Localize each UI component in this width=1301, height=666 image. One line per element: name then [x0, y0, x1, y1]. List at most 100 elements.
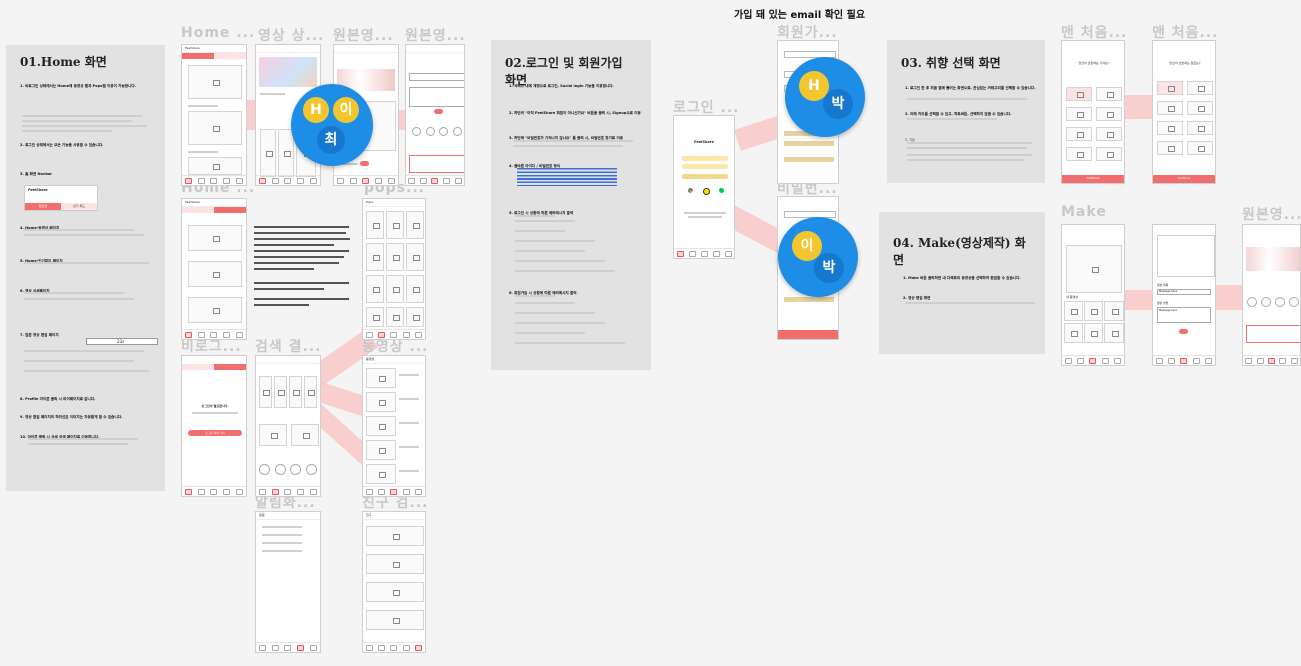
toggle-icon[interactable] [1179, 329, 1188, 334]
kakao-icon[interactable] [702, 188, 710, 195]
avatar[interactable]: 이 [333, 97, 359, 123]
connector-band [1125, 95, 1155, 119]
original-video-mockup[interactable] [1242, 224, 1301, 366]
feed-card [188, 225, 242, 251]
text-line [28, 443, 128, 445]
password-field[interactable] [682, 164, 728, 169]
text-line [260, 93, 285, 95]
bottom-tabbar[interactable] [363, 642, 425, 652]
frame-label: 원본영... [405, 28, 466, 44]
notification-mockup[interactable]: 알림 [255, 511, 321, 653]
bottom-tabbar[interactable] [674, 248, 734, 258]
avatar[interactable]: 박 [823, 89, 853, 119]
bottom-tabbar[interactable] [406, 175, 464, 185]
avatar[interactable]: H [303, 97, 329, 123]
original-video-edit-mockup[interactable] [405, 44, 465, 186]
description-line: 8. Profile 아이콘 클릭 시 마이페이지로 갑니다. [20, 397, 96, 401]
frame-label: Make [1061, 204, 1107, 220]
app-header [334, 45, 398, 53]
text-line [24, 234, 144, 236]
bottom-tabbar[interactable] [363, 329, 425, 339]
panel-title: 04. Make(영상제작) 화면 [893, 236, 1026, 267]
login-screen-mockup[interactable]: FeelShare [673, 115, 735, 259]
description-input[interactable]: Message here [1157, 307, 1211, 323]
make-edit-mockup[interactable]: 영상 제목 Message here 영상 설명 Message here [1152, 224, 1216, 366]
next-button[interactable]: FeelShare [1062, 175, 1124, 183]
app-header: FeelShare [182, 199, 246, 207]
submit-button[interactable] [778, 330, 838, 339]
collaborator-avatars[interactable]: 이 박 [778, 217, 858, 297]
bottom-tabbar[interactable] [182, 175, 246, 185]
pops-mockup[interactable]: Pops [362, 198, 426, 340]
login-description-panel: 02.로그인 및 회원가입 화면 1. 서비스 내에 계정으로 로그인, Soc… [491, 40, 651, 370]
my-videos-label: 내 동영상 [1066, 295, 1078, 299]
bottom-tabbar[interactable] [1153, 355, 1215, 365]
connector-band [1212, 285, 1242, 310]
email-field[interactable] [682, 156, 728, 161]
app-header [406, 45, 464, 53]
title-input[interactable]: Message here [1157, 289, 1211, 295]
text-line [24, 262, 149, 264]
bottom-tabbar[interactable] [256, 175, 320, 185]
taste-description-panel: 03. 취향 선택 화면 1. 로그인 한 후 처음 앱에 들어는 화면으로, … [887, 40, 1045, 183]
avatar[interactable]: 박 [814, 253, 844, 283]
login-button[interactable] [682, 174, 728, 179]
social-login-row[interactable] [688, 188, 724, 195]
home-popular-mockup[interactable]: FeelShare [181, 198, 247, 340]
avatar[interactable]: 최 [317, 126, 345, 154]
not-logged-in-mockup[interactable]: 로그인이 필요합니다. 로그인 하러 가기 [181, 355, 247, 497]
text-area[interactable] [409, 155, 464, 173]
taste-select-mockup[interactable]: 당신이 선호하는 가사는? FeelShare [1061, 40, 1125, 184]
description-line: 2. 아래 카드를 선택할 수 있고, 하트버튼, 선택하지 않을 수 있습니다… [905, 112, 1012, 116]
frame-label: 맨 처음... [1152, 25, 1219, 41]
text-line [22, 125, 147, 127]
text-line [24, 350, 144, 352]
options-row [412, 127, 462, 136]
toggle-icon[interactable] [434, 109, 443, 114]
text-area[interactable] [409, 87, 464, 107]
go-login-button[interactable]: 로그인 하러 가기 [188, 430, 242, 436]
panel-title: 03. 취향 선택 화면 [901, 56, 1001, 70]
taste-question: 당신이 선호하는 장르는? [1169, 61, 1201, 65]
app-header: 동영상 [363, 356, 425, 364]
video-list-mockup[interactable]: 동영상 [362, 355, 426, 497]
bottom-tabbar[interactable] [256, 642, 320, 652]
description-line: 1. Make 버튼 클릭하면 내 디렉토리 동영상을 선택하여 편집할 수 있… [903, 276, 1021, 280]
text-line [24, 298, 134, 300]
friend-search-mockup[interactable]: 친구 [362, 511, 426, 653]
login-required-message: 로그인이 필요합니다. [201, 404, 229, 408]
text-line [24, 370, 149, 372]
make-description-panel: 04. Make(영상제작) 화면 1. Make 버튼 클릭하면 내 디렉토리… [879, 212, 1045, 354]
toggle-icon[interactable] [360, 161, 369, 166]
text-area[interactable] [1246, 325, 1300, 343]
make-screen-mockup[interactable]: 내 동영상 [1061, 224, 1125, 366]
next-button[interactable]: FeelShare [1153, 175, 1215, 183]
bottom-tabbar[interactable] [256, 486, 320, 496]
home-screen-mockup[interactable]: FeelShare [181, 44, 247, 186]
description-line: 2. 로그인 상태에서는 모든 기능을 사용할 수 있습니다. [20, 143, 104, 147]
search-bar[interactable] [256, 356, 320, 364]
collaborator-avatars[interactable]: H 박 [785, 57, 865, 137]
description-line: 3. 홈 화면 Navbar [20, 172, 53, 176]
naver-icon[interactable] [719, 188, 724, 193]
bottom-tabbar[interactable] [182, 329, 246, 339]
login-logo: FeelShare [694, 140, 714, 144]
bottom-tabbar[interactable] [334, 175, 398, 185]
google-icon[interactable] [688, 188, 693, 193]
app-header: Pops [363, 199, 425, 207]
collaborator-avatars[interactable]: H 이 최 [291, 84, 373, 166]
bottom-tabbar[interactable] [363, 486, 425, 496]
video-thumbnail [188, 157, 242, 175]
taste-select-mockup[interactable]: 당신이 선호하는 장르는? FeelShare [1152, 40, 1216, 184]
timer-bar: 23s [86, 338, 158, 345]
bottom-tabbar[interactable] [1062, 355, 1124, 365]
bottom-tabbar[interactable] [182, 486, 246, 496]
app-header: 알림 [256, 512, 320, 520]
text-input[interactable] [409, 73, 464, 81]
search-result-mockup[interactable] [255, 355, 321, 497]
bottom-tabbar[interactable] [1243, 355, 1300, 365]
frame-label: Home ... [181, 25, 256, 41]
mini-tab-popular: 인기 피드 [61, 203, 97, 210]
highlighted-text [517, 168, 617, 186]
timer-value: 23s [117, 339, 125, 344]
